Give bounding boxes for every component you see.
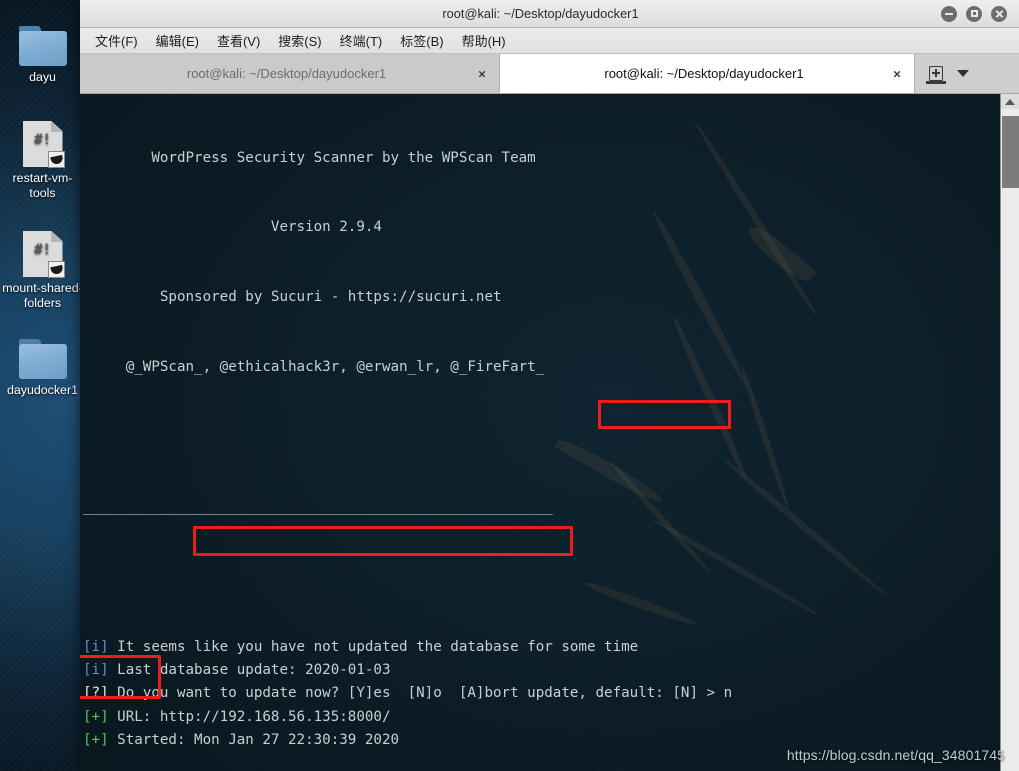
terminal-line: [?] Do you want to update now? [Y]es [N]… (83, 682, 1000, 705)
banner-line: Sponsored by Sucuri - https://sucuri.net (83, 289, 502, 306)
maximize-button[interactable] (966, 5, 982, 22)
scroll-thumb[interactable] (1002, 116, 1019, 188)
menu-item-file[interactable]: 文件(F) (86, 29, 147, 52)
terminal-output: WordPress Security Scanner by the WPScan… (80, 94, 1000, 771)
tab-terminal-1[interactable]: root@kali: ~/Desktop/dayudocker1 × (80, 54, 500, 93)
banner-separator: ________________________________________… (83, 499, 553, 516)
folder-icon (18, 26, 67, 66)
terminal-area: WordPress Security Scanner by the WPScan… (80, 94, 1019, 771)
window-title: root@kali: ~/Desktop/dayudocker1 (442, 6, 639, 21)
menu-item-help[interactable]: 帮助(H) (453, 29, 515, 52)
desktop-icon-area: dayu #! restart-vm-tools #! mount-shared… (0, 0, 85, 771)
window-controls (941, 5, 1019, 22)
new-tab-icon[interactable] (926, 65, 946, 84)
tab-close-icon[interactable]: × (890, 66, 904, 81)
line-marker: [i] (83, 638, 109, 655)
desktop-icon-label: mount-shared-folders (2, 281, 83, 310)
menu-item-edit[interactable]: 编辑(E) (147, 29, 208, 52)
desktop-icon-dayudocker1[interactable]: dayudocker1 (0, 339, 85, 398)
desktop-icon-mount-shared-folders[interactable]: #! mount-shared-folders (0, 231, 85, 311)
line-text: URL: http://192.168.56.135:8000/ (108, 708, 391, 725)
terminal-scrollbar[interactable] (1000, 94, 1019, 771)
banner-line: Version 2.9.4 (83, 219, 382, 236)
minimize-button[interactable] (941, 5, 957, 22)
scroll-up-arrow-icon[interactable] (1001, 94, 1019, 109)
desktop-icon-label: dayudocker1 (7, 383, 78, 397)
window-titlebar[interactable]: root@kali: ~/Desktop/dayudocker1 (80, 0, 1019, 28)
line-marker: [+] (83, 732, 109, 749)
terminal-line: [i] Last database update: 2020-01-03 (83, 659, 1000, 682)
line-text: It seems like you have not updated the d… (108, 638, 639, 655)
terminal-log-lines: [i] It seems like you have not updated t… (83, 636, 1000, 771)
tab-terminal-2[interactable]: root@kali: ~/Desktop/dayudocker1 × (500, 54, 915, 93)
terminal-screen[interactable]: WordPress Security Scanner by the WPScan… (80, 94, 1000, 771)
menu-item-view[interactable]: 查看(V) (208, 29, 269, 52)
shell-script-icon: #! (22, 121, 65, 168)
desktop-icon-dayu[interactable]: dayu (0, 26, 85, 85)
line-text: Last database update: 2020-01-03 (108, 662, 391, 679)
tab-bar-actions (915, 54, 1019, 93)
banner-line: WordPress Security Scanner by the WPScan… (83, 149, 536, 166)
tab-bar: root@kali: ~/Desktop/dayudocker1 × root@… (80, 54, 1019, 94)
tab-label: root@kali: ~/Desktop/dayudocker1 (186, 66, 387, 81)
tab-label: root@kali: ~/Desktop/dayudocker1 (604, 66, 804, 81)
desktop-icon-label: restart-vm-tools (12, 171, 73, 200)
line-text: Do you want to update now? [Y]es [N]o [A… (108, 685, 733, 702)
folder-icon (18, 339, 67, 379)
line-marker: [i] (83, 662, 109, 679)
terminal-line: [+] Started: Mon Jan 27 22:30:39 2020 (83, 729, 1000, 752)
shell-script-icon: #! (22, 231, 65, 278)
terminal-line: [+] URL: http://192.168.56.135:8000/ (83, 706, 1000, 729)
desktop-icon-label: dayu (29, 70, 56, 84)
line-marker: [+] (83, 708, 109, 725)
terminal-line: [i] It seems like you have not updated t… (83, 636, 1000, 659)
line-marker: [?] (83, 685, 109, 702)
line-text: Started: Mon Jan 27 22:30:39 2020 (108, 732, 400, 749)
terminal-window: root@kali: ~/Desktop/dayudocker1 文件(F) 编… (80, 0, 1019, 771)
desktop-icon-restart-vm-tools[interactable]: #! restart-vm-tools (0, 121, 85, 201)
menu-bar: 文件(F) 编辑(E) 查看(V) 搜索(S) 终端(T) 标签(B) 帮助(H… (80, 28, 1019, 54)
menu-item-tabs[interactable]: 标签(B) (391, 29, 452, 52)
tab-close-icon[interactable]: × (475, 66, 489, 81)
menu-item-terminal[interactable]: 终端(T) (331, 29, 392, 52)
tab-list-caret-icon[interactable] (957, 70, 969, 77)
close-button[interactable] (991, 5, 1007, 22)
menu-item-search[interactable]: 搜索(S) (269, 29, 330, 52)
banner-line: @_WPScan_, @ethicalhack3r, @erwan_lr, @_… (83, 359, 545, 376)
